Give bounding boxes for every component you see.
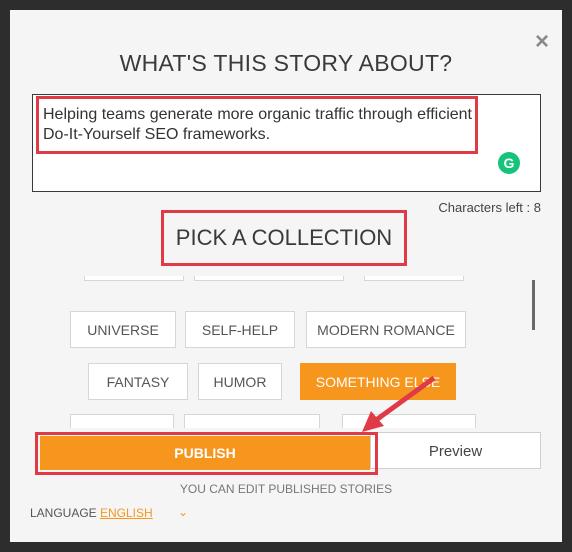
dialog-title: WHAT'S THIS STORY ABOUT? [119, 50, 453, 76]
preview-button[interactable]: Preview [370, 432, 541, 469]
collection-chip-something-else[interactable]: SOMETHING ELSE [300, 363, 456, 400]
collection-title: PICK A COLLECTION [175, 225, 393, 250]
story-dialog: × WHAT'S THIS STORY ABOUT? Helping teams… [10, 10, 562, 542]
collection-chip-self-help[interactable]: SELF-HELP [185, 311, 295, 348]
collection-chip-confessions[interactable]: CONFESSIONS [342, 414, 476, 428]
language-select[interactable]: ENGLISH [100, 506, 153, 520]
collection-chip-adventure[interactable]: ADVENTURE [70, 414, 174, 428]
collection-chip-fantasy[interactable]: FANTASY [88, 363, 188, 400]
collection-chip-universe[interactable]: UNIVERSE [70, 311, 176, 348]
collection-chip[interactable] [194, 276, 344, 281]
collection-chip-modern-romance[interactable]: MODERN ROMANCE [306, 311, 466, 348]
grammarly-icon[interactable]: G [498, 152, 520, 174]
collection-list[interactable]: UNIVERSE SELF-HELP MODERN ROMANCE FANTAS… [70, 276, 530, 428]
edit-note: YOU CAN EDIT PUBLISHED STORIES [179, 482, 393, 496]
collection-chip[interactable] [364, 276, 464, 281]
annotation-highlight-publish [35, 432, 378, 475]
characters-left: Characters left : 8 [438, 200, 541, 215]
action-row: PUBLISH Preview [30, 430, 542, 475]
collection-chip-humor[interactable]: HUMOR [198, 363, 282, 400]
annotation-highlight-story [36, 96, 478, 154]
collection-scrollbar[interactable] [532, 280, 535, 330]
language-label: LANGUAGE [30, 506, 97, 520]
collection-chip[interactable] [84, 276, 184, 281]
collection-chip-commentary[interactable]: COMMENTARY [184, 414, 320, 428]
chevron-down-icon[interactable]: ⌄ [178, 505, 188, 519]
